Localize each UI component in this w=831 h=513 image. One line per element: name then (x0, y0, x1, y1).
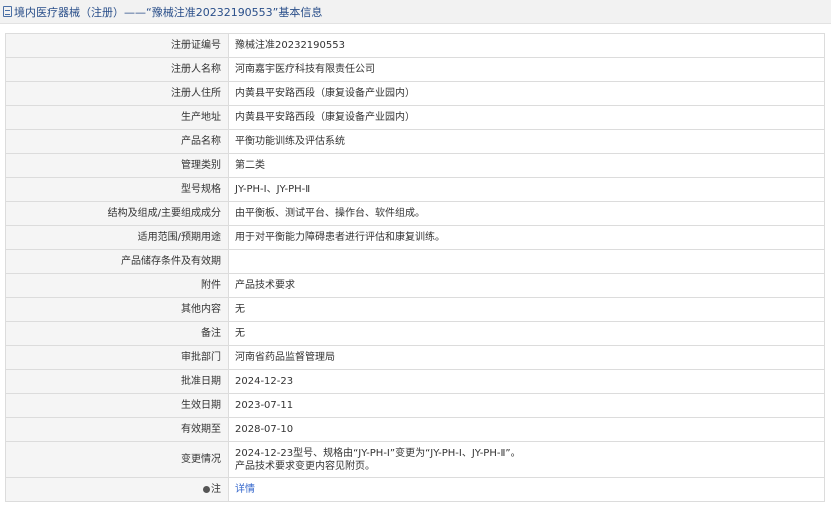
row-label: 注册人住所 (5, 81, 229, 106)
row-value: 由平衡板、测试平台、操作台、软件组成。 (228, 201, 825, 226)
table-row: 产品名称 平衡功能训练及评估系统 (5, 129, 825, 154)
table-row: 生产地址 内黄县平安路西段（康复设备产业园内） (5, 105, 825, 130)
table-row: 产品储存条件及有效期 (5, 249, 825, 274)
row-label: 注册人名称 (5, 57, 229, 82)
change-value: 2024-12-23型号、规格由“JY-PH-I”变更为“JY-PH-Ⅰ、JY-… (228, 441, 825, 478)
row-label: 注册证编号 (5, 33, 229, 58)
row-value: 内黄县平安路西段（康复设备产业园内） (228, 105, 825, 130)
change-line-1: 2024-12-23型号、规格由“JY-PH-I”变更为“JY-PH-Ⅰ、JY-… (235, 447, 521, 459)
row-label: 生效日期 (5, 393, 229, 418)
row-value: 2023-07-11 (228, 393, 825, 418)
row-value (228, 249, 825, 274)
note-label: 注 (211, 484, 221, 495)
row-value: 河南省药品监督管理局 (228, 345, 825, 370)
row-value: 豫械注准20232190553 (228, 33, 825, 58)
row-label: 结构及组成/主要组成成分 (5, 201, 229, 226)
row-label: 审批部门 (5, 345, 229, 370)
page-title: 境内医疗器械（注册）——“豫械注准20232190553”基本信息 (14, 5, 323, 19)
row-value: JY-PH-Ⅰ、JY-PH-Ⅱ (228, 177, 825, 202)
note-row: 注 详情 (5, 477, 825, 502)
table-row: 注册证编号 豫械注准20232190553 (5, 33, 825, 58)
row-value: 无 (228, 321, 825, 346)
table-row: 批准日期 2024-12-23 (5, 369, 825, 394)
row-label: 适用范围/预期用途 (5, 225, 229, 250)
table-row: 注册人住所 内黄县平安路西段（康复设备产业园内） (5, 81, 825, 106)
note-icon (203, 486, 210, 493)
row-value: 产品技术要求 (228, 273, 825, 298)
table-row: 其他内容无 (5, 297, 825, 322)
row-label: 产品储存条件及有效期 (5, 249, 229, 274)
row-value: 内黄县平安路西段（康复设备产业园内） (228, 81, 825, 106)
row-value: 用于对平衡能力障碍患者进行评估和康复训练。 (228, 225, 825, 250)
table-row: 型号规格 JY-PH-Ⅰ、JY-PH-Ⅱ (5, 177, 825, 202)
note-label-cell: 注 (5, 477, 229, 502)
change-row: 变更情况 2024-12-23型号、规格由“JY-PH-I”变更为“JY-PH-… (5, 441, 825, 478)
row-label: 附件 (5, 273, 229, 298)
table-row: 结构及组成/主要组成成分 由平衡板、测试平台、操作台、软件组成。 (5, 201, 825, 226)
row-label: 备注 (5, 321, 229, 346)
table-row: 注册人名称 河南嘉宇医疗科技有限责任公司 (5, 57, 825, 82)
row-label: 其他内容 (5, 297, 229, 322)
note-value-cell: 详情 (228, 477, 825, 502)
row-value: 平衡功能训练及评估系统 (228, 129, 825, 154)
table-row: 管理类别 第二类 (5, 153, 825, 178)
table-row: 适用范围/预期用途 用于对平衡能力障碍患者进行评估和康复训练。 (5, 225, 825, 250)
row-value: 无 (228, 297, 825, 322)
details-link[interactable]: 详情 (235, 484, 255, 495)
row-value: 2024-12-23 (228, 369, 825, 394)
row-value: 第二类 (228, 153, 825, 178)
row-label: 生产地址 (5, 105, 229, 130)
change-label: 变更情况 (5, 441, 229, 478)
change-line-2: 产品技术要求变更内容见附页。 (235, 460, 375, 472)
document-icon (3, 6, 12, 17)
page-header: 境内医疗器械（注册）——“豫械注准20232190553”基本信息 (0, 0, 831, 24)
info-table: 注册证编号 豫械注准20232190553 注册人名称 河南嘉宇医疗科技有限责任公司… (5, 33, 825, 502)
row-label: 管理类别 (5, 153, 229, 178)
table-row: 审批部门 河南省药品监督管理局 (5, 345, 825, 370)
table-row: 附件 产品技术要求 (5, 273, 825, 298)
row-label: 产品名称 (5, 129, 229, 154)
row-label: 批准日期 (5, 369, 229, 394)
table-row: 生效日期 2023-07-11 (5, 393, 825, 418)
row-value: 2028-07-10 (228, 417, 825, 442)
row-label: 有效期至 (5, 417, 229, 442)
row-value: 河南嘉宇医疗科技有限责任公司 (228, 57, 825, 82)
table-row: 备注无 (5, 321, 825, 346)
table-row: 有效期至 2028-07-10 (5, 417, 825, 442)
row-label: 型号规格 (5, 177, 229, 202)
